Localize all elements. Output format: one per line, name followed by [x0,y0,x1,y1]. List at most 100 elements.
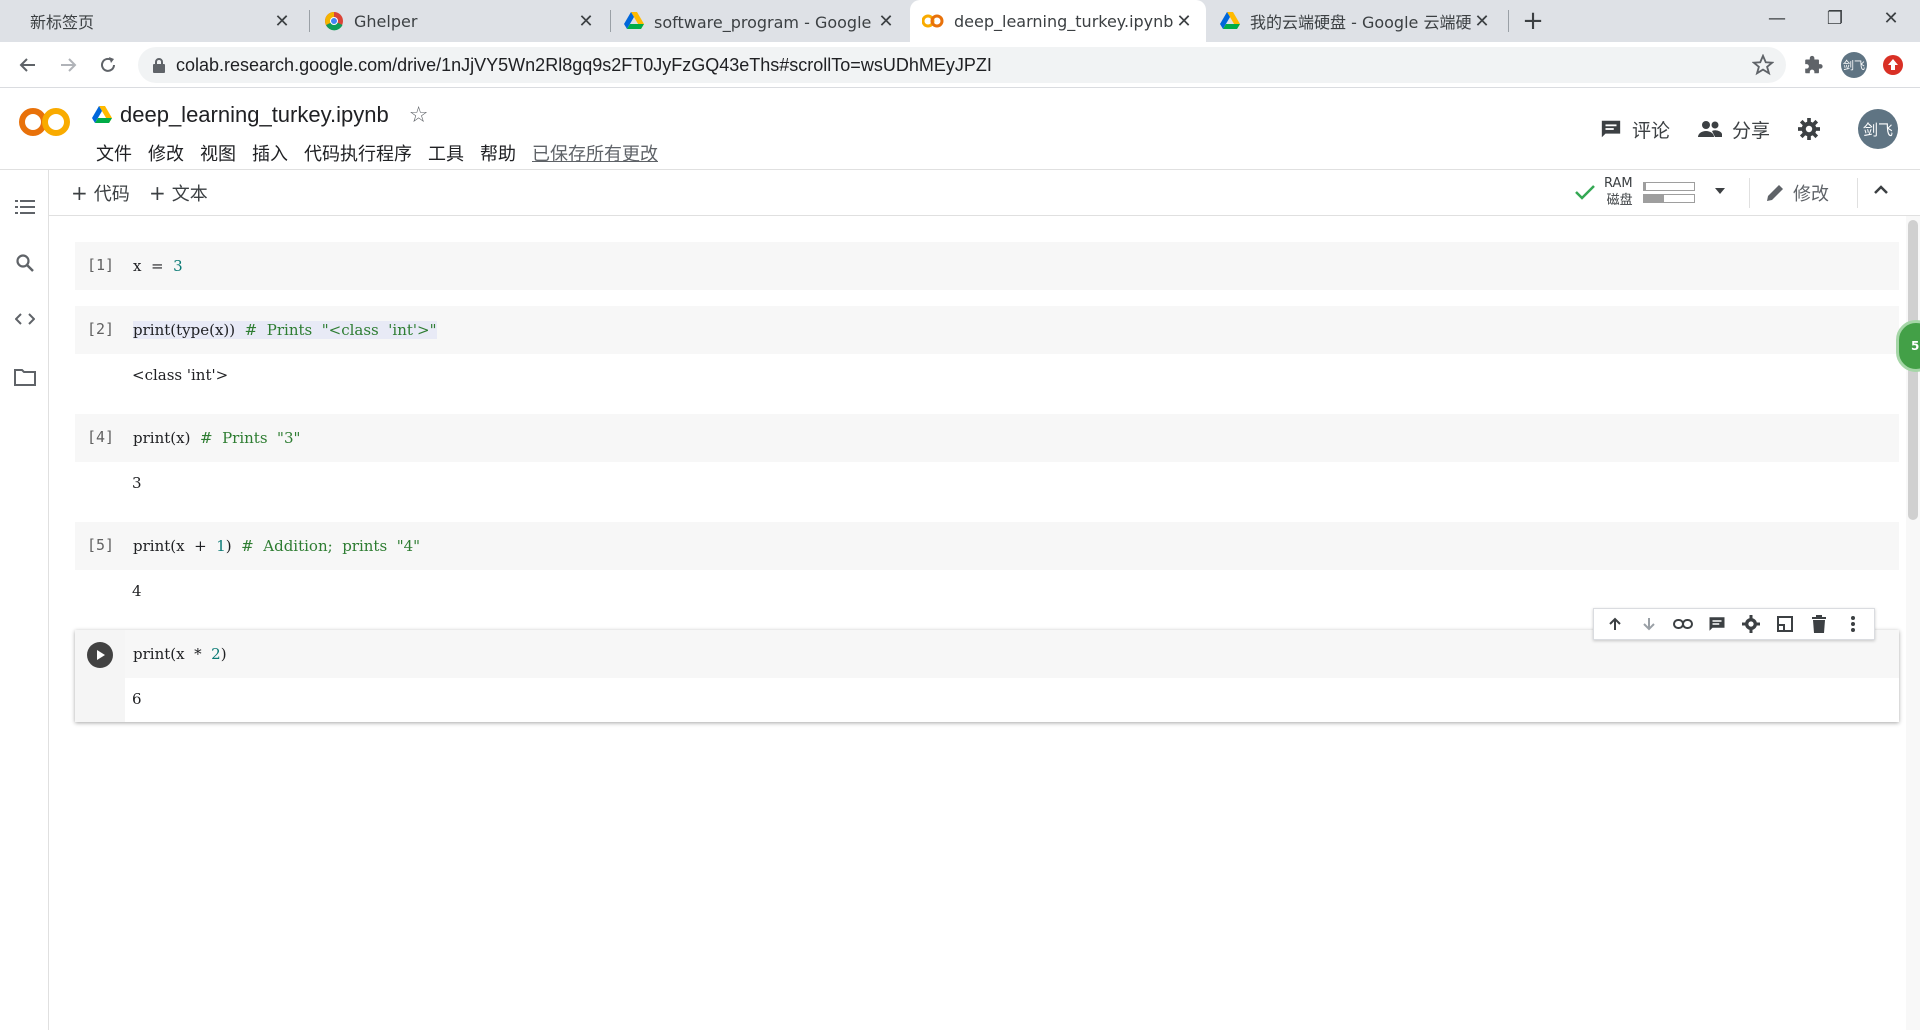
connect-dropdown-icon[interactable] [1713,183,1727,202]
cell-source[interactable]: print(x + 1) # Addition; prints "4" [133,537,420,555]
extensions-puzzle-icon[interactable] [1800,52,1826,78]
restore-button[interactable]: ❐ [1806,0,1864,36]
tab-close-icon[interactable]: ✕ [272,11,292,32]
star-icon[interactable]: ☆ [409,103,429,128]
update-alert-icon[interactable] [1880,52,1906,78]
gear-icon[interactable] [1738,611,1764,637]
menu-help[interactable]: 帮助 [472,140,524,166]
browser-tab-colab[interactable]: deep_learning_turkey.ipynb - C ✕ [910,0,1206,42]
back-arrow-icon [19,58,35,72]
search-icon[interactable] [12,250,38,276]
plus-icon: + [149,181,166,205]
link-icon[interactable] [1670,611,1696,637]
code-cell[interactable]: [1] x = 3 [75,242,1899,290]
bookmark-star-icon[interactable] [1752,54,1774,76]
cell-source[interactable]: x = 3 [133,257,183,275]
cell-source[interactable]: print(x * 2) [133,645,227,663]
comment-icon[interactable] [1704,611,1730,637]
colab-icon [922,14,944,28]
notebook-name[interactable]: deep_learning_turkey.ipynb [120,102,389,128]
delete-icon[interactable] [1806,611,1832,637]
reload-icon [101,57,115,72]
menu-edit[interactable]: 修改 [140,140,192,166]
window-close-button[interactable]: ✕ [1862,0,1920,36]
menu-view[interactable]: 视图 [192,140,244,166]
execution-count: [2] [87,320,115,338]
table-of-contents-icon[interactable] [12,194,38,220]
drive-icon [1220,12,1240,30]
code-cell[interactable]: [2] print(type(x)) # Prints "<class 'int… [75,306,1899,398]
colab-logo[interactable] [18,106,72,147]
menu-runtime[interactable]: 代码执行程序 [296,140,420,166]
cell-editor[interactable]: [5] print(x + 1) # Addition; prints "4" [75,522,1899,570]
mirror-cell-icon[interactable] [1772,611,1798,637]
resource-monitor[interactable]: RAM 磁盘 [1574,175,1695,209]
add-code-button[interactable]: + 代码 [71,180,130,206]
minimize-button[interactable]: — [1748,0,1806,36]
code-cell[interactable]: [4] print(x) # Prints "3" 3 [75,414,1899,506]
forward-button[interactable] [52,49,84,81]
menu-tools[interactable]: 工具 [420,140,472,166]
menu-file[interactable]: 文件 [88,140,140,166]
new-tab-button[interactable]: + [1518,6,1548,36]
collapse-header-icon[interactable] [1871,180,1891,204]
resource-bars [1642,179,1695,206]
comment-button[interactable]: 评论 [1600,116,1670,143]
cell-output: 3 [75,462,1899,506]
tab-close-icon[interactable]: ✕ [876,11,896,32]
cell-source[interactable]: print(x) # Prints "3" [133,429,300,447]
side-rail [0,170,49,1030]
tab-close-icon[interactable]: ✕ [1472,11,1492,32]
run-cell-button[interactable] [87,642,113,668]
tab-separator [1508,10,1509,32]
cell-editor[interactable]: [1] x = 3 [75,242,1899,290]
toolbar-divider [1857,178,1858,208]
add-text-button[interactable]: + 文本 [149,180,208,206]
output-text: 3 [132,474,142,492]
toolbar-divider [1749,178,1750,208]
reload-button[interactable] [92,49,124,81]
forward-arrow-icon [61,58,77,72]
tab-title: 新标签页 [30,13,95,32]
comment-icon [1600,118,1622,140]
more-options-icon[interactable] [1840,611,1866,637]
saved-status[interactable]: 已保存所有更改 [524,140,666,166]
code-cell-focused[interactable]: print(x * 2) 6 [75,630,1899,722]
tab-separator [309,10,310,32]
cell-editor[interactable]: [2] print(type(x)) # Prints "<class 'int… [75,306,1899,354]
notebook-title: deep_learning_turkey.ipynb ☆ [92,102,428,128]
browser-tab-new-tab[interactable]: 新标签页 ✕ [8,0,304,42]
floating-badge[interactable]: 52 [1896,320,1920,372]
move-down-icon[interactable] [1636,611,1662,637]
address-bar[interactable]: colab.research.google.com/drive/1nJjVY5W… [138,47,1786,83]
user-avatar[interactable]: 剑飞 [1858,109,1898,149]
tab-close-icon[interactable]: ✕ [1174,11,1194,32]
execution-count: [4] [87,428,115,446]
disk-usage-bar [1642,193,1695,203]
tab-title: software_program - Google 云 [654,13,876,32]
gear-icon [1798,118,1820,140]
cell-editor[interactable]: [4] print(x) # Prints "3" [75,414,1899,462]
browser-tab-my-drive[interactable]: 我的云端硬盘 - Google 云端硬盘 ✕ [1208,0,1504,42]
code-cell[interactable]: [5] print(x + 1) # Addition; prints "4" … [75,522,1899,614]
disk-label: 磁盘 [1606,193,1633,208]
browser-tab-ghelper[interactable]: Ghelper ✕ [312,0,608,42]
edit-button[interactable]: 修改 [1765,180,1829,206]
browser-tab-software-program[interactable]: software_program - Google 云 ✕ [612,0,908,42]
profile-avatar[interactable]: 剑飞 [1841,52,1867,78]
ram-usage-bar [1642,181,1695,191]
output-text: 4 [132,582,142,600]
share-button[interactable]: 分享 [1697,116,1770,143]
cell-source[interactable]: print(type(x)) # Prints "<class 'int'>" [133,321,437,339]
colab-logo-icon [19,108,70,136]
menu-insert[interactable]: 插入 [244,140,296,166]
settings-button[interactable] [1798,118,1830,140]
drive-icon [92,106,112,124]
code-snippets-icon[interactable] [12,306,38,332]
tab-close-icon[interactable]: ✕ [576,11,596,32]
execution-count: [5] [87,536,115,554]
move-up-icon[interactable] [1602,611,1628,637]
folder-icon[interactable] [12,364,38,390]
cell-output: 6 [75,678,1899,722]
back-button[interactable] [12,49,44,81]
